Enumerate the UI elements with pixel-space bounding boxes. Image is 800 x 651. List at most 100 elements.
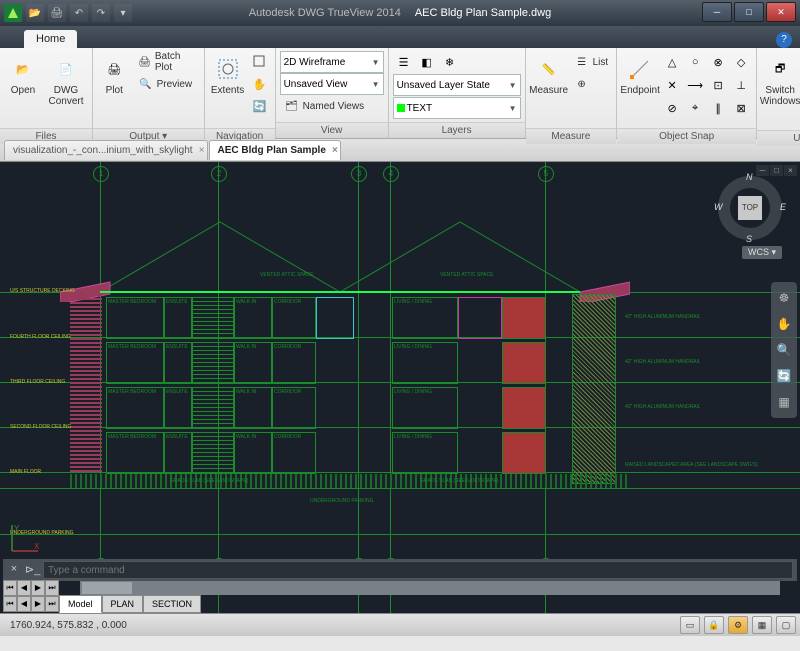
room	[502, 342, 546, 384]
close-icon[interactable]: ×	[332, 145, 338, 156]
room	[502, 387, 546, 429]
annotation-scale-button[interactable]: 🔒	[704, 616, 724, 634]
viewcube[interactable]: TOP N S E W	[718, 176, 782, 240]
drawing-canvas[interactable]: ─ □ × 1 2 3 4 5 1 2 3 4 5 VENTED ATTIC S…	[0, 162, 800, 613]
annotation: UNDERGROUND PARKING	[310, 498, 374, 504]
doc-minimize-button[interactable]: ─	[756, 165, 769, 176]
room: ENSUITE	[164, 297, 192, 339]
clean-screen-button[interactable]: ▢	[776, 616, 796, 634]
batch-plot-button[interactable]: 🖨Batch Plot	[134, 51, 200, 73]
tab-first-button[interactable]: ⏮	[3, 596, 17, 612]
osnap-node-icon[interactable]: ⊗	[707, 51, 729, 73]
viewcube-east[interactable]: E	[780, 202, 786, 212]
close-icon[interactable]: ×	[7, 563, 21, 577]
status-toggle-button[interactable]: ⚙	[728, 616, 748, 634]
roof	[60, 212, 630, 302]
osnap-midpoint-icon[interactable]: △	[661, 51, 683, 73]
viewcube-south[interactable]: S	[746, 234, 752, 244]
measure-button[interactable]: 📏Measure	[530, 51, 568, 125]
doc-maximize-button[interactable]: □	[770, 165, 783, 176]
switch-windows-button[interactable]: 🗗Switch Windows	[761, 51, 799, 125]
tab-next-button[interactable]: ▶	[31, 596, 45, 612]
osnap-perpendicular-icon[interactable]: ⊥	[730, 74, 752, 96]
layer-freeze-button[interactable]: ❄	[439, 51, 461, 73]
extents-icon	[214, 55, 242, 83]
osnap-parallel-icon[interactable]: ∥	[707, 97, 729, 119]
horizontal-scrollbar[interactable]	[80, 581, 780, 595]
file-tab-2[interactable]: AEC Bldg Plan Sample×	[209, 140, 341, 160]
qat-plot-icon[interactable]: 🖨	[48, 4, 66, 22]
osnap-center-icon[interactable]: ○	[684, 51, 706, 73]
minimize-button[interactable]: ─	[702, 2, 732, 22]
tab-next-button[interactable]: ▶	[31, 580, 45, 596]
layout-tab-section[interactable]: SECTION	[143, 595, 201, 613]
scrollbar-thumb[interactable]	[82, 582, 132, 594]
model-space-button[interactable]: ▭	[680, 616, 700, 634]
qat-dropdown-icon[interactable]: ▾	[114, 4, 132, 22]
named-views-button[interactable]: 🗂Named Views	[280, 95, 384, 117]
osnap-none-icon[interactable]: ⊠	[730, 97, 752, 119]
tab-prev-button[interactable]: ◀	[17, 580, 31, 596]
coordinate-system-button[interactable]: WCS ▾	[742, 246, 782, 259]
tab-last-button[interactable]: ⏭	[45, 596, 59, 612]
nav-orbit-icon[interactable]: 🔄	[774, 366, 794, 386]
room: CORRIDOR	[272, 342, 316, 384]
tab-home[interactable]: Home	[24, 30, 77, 48]
id-button[interactable]: ⊕	[570, 73, 613, 95]
layout-tab-model[interactable]: Model	[59, 595, 102, 613]
app-menu-button[interactable]	[4, 4, 22, 22]
file-tab-1[interactable]: visualization_-_con...inium_with_skyligh…	[4, 140, 208, 160]
nav-pan-icon[interactable]: ✋	[774, 314, 794, 334]
panel-measure-label: Measure	[526, 128, 617, 144]
qat-undo-icon[interactable]: ↶	[70, 4, 88, 22]
view-combo[interactable]: Unsaved View▼	[280, 73, 384, 95]
zoom-window-button[interactable]	[249, 51, 271, 73]
pan-button[interactable]: ✋	[249, 73, 271, 95]
dwg-convert-button[interactable]: 📄DWG Convert	[44, 51, 88, 125]
doc-close-button[interactable]: ×	[784, 165, 797, 176]
qat-redo-icon[interactable]: ↷	[92, 4, 110, 22]
layer-combo[interactable]: TEXT▼	[393, 97, 521, 119]
osnap-tangent-icon[interactable]: ⊘	[661, 97, 683, 119]
workspace-button[interactable]: ▦	[752, 616, 772, 634]
orbit-button[interactable]: 🔄	[249, 95, 271, 117]
layer-iso-button[interactable]: ◧	[416, 51, 438, 73]
layer-state-combo[interactable]: Unsaved Layer State▼	[393, 74, 521, 96]
tab-first-button[interactable]: ⏮	[3, 580, 17, 596]
osnap-insertion-icon[interactable]: ⊡	[707, 74, 729, 96]
folder-open-icon: 📂	[9, 55, 37, 83]
nav-showmotion-icon[interactable]: ▦	[774, 392, 794, 412]
list-button[interactable]: ☰List	[570, 51, 613, 73]
viewcube-top-face[interactable]: TOP	[738, 196, 762, 220]
layout-tab-plan[interactable]: PLAN	[102, 595, 144, 613]
room-stair	[192, 297, 234, 339]
help-button[interactable]: ?	[776, 32, 792, 48]
open-button[interactable]: 📂Open	[4, 51, 42, 125]
close-icon[interactable]: ×	[199, 145, 205, 156]
command-input[interactable]	[43, 561, 793, 579]
qat-open-icon[interactable]: 📂	[26, 4, 44, 22]
extents-button[interactable]: Extents	[209, 51, 247, 125]
close-button[interactable]: ✕	[766, 2, 796, 22]
nav-zoom-icon[interactable]: 🔍	[774, 340, 794, 360]
annotation: VENTED ATTIC SPACE	[440, 272, 493, 278]
layer-props-button[interactable]: ☰	[393, 51, 415, 73]
viewcube-west[interactable]: W	[714, 202, 723, 212]
preview-button[interactable]: 🔍Preview	[134, 73, 200, 95]
tab-prev-button[interactable]: ◀	[17, 596, 31, 612]
maximize-button[interactable]: □	[734, 2, 764, 22]
plot-button[interactable]: 🖨Plot	[97, 51, 132, 125]
tab-last-button[interactable]: ⏭	[45, 580, 59, 596]
osnap-intersection-icon[interactable]: ✕	[661, 74, 683, 96]
osnap-extension-icon[interactable]: ⟶	[684, 74, 706, 96]
command-arrow-icon[interactable]: ⊳_	[25, 563, 39, 577]
endpoint-button[interactable]: Endpoint	[621, 51, 659, 125]
osnap-nearest-icon[interactable]: ⌖	[684, 97, 706, 119]
grid-bubble: 3	[351, 166, 367, 182]
osnap-quadrant-icon[interactable]: ◇	[730, 51, 752, 73]
viewcube-north[interactable]: N	[746, 172, 753, 182]
visual-style-combo[interactable]: 2D Wireframe▼	[280, 51, 384, 73]
annotation: 42" HIGH ALUMINUM HANDRAIL	[625, 404, 701, 410]
nav-wheel-icon[interactable]: ☸	[774, 288, 794, 308]
panel-osnap: Endpoint △○⊗◇ ✕⟶⊡⊥ ⊘⌖∥⊠ Object Snap	[617, 48, 757, 138]
